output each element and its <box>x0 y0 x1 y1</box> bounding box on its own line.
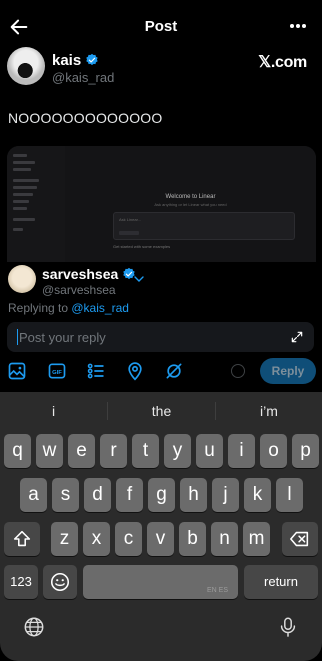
media-sidebar-item <box>13 179 39 182</box>
shift-key[interactable] <box>4 522 40 556</box>
key-g[interactable]: g <box>148 478 175 512</box>
reply-user-handle: @sarveshsea <box>42 283 116 297</box>
replying-to-label: Replying to <box>8 301 72 315</box>
replying-to-handle[interactable]: @kais_rad <box>71 301 129 315</box>
key-k[interactable]: k <box>244 478 271 512</box>
media-sidebar-item <box>13 207 27 210</box>
globe-icon[interactable] <box>23 616 45 638</box>
gif-icon[interactable]: GIF <box>47 361 67 381</box>
key-l[interactable]: l <box>276 478 303 512</box>
key-e[interactable]: e <box>68 434 95 468</box>
media-sidebar-item <box>13 228 23 231</box>
media-command-box: Ask Linear... <box>113 212 295 240</box>
reply-user-name: sarveshsea <box>42 266 136 282</box>
key-u[interactable]: u <box>196 434 223 468</box>
key-t[interactable]: t <box>132 434 159 468</box>
chevron-down-icon[interactable] <box>134 276 144 282</box>
reply-avatar[interactable] <box>8 265 36 293</box>
media-sidebar-item <box>13 161 35 164</box>
key-x[interactable]: x <box>83 522 110 556</box>
return-key[interactable]: return <box>244 565 318 599</box>
media-welcome-title: Welcome to Linear <box>165 194 216 200</box>
source-logo: 𝕏.com <box>258 54 307 71</box>
suggestion-2[interactable]: the <box>108 392 215 430</box>
key-r[interactable]: r <box>100 434 127 468</box>
space-key[interactable]: EN ES <box>83 565 238 599</box>
svg-text:GIF: GIF <box>52 370 62 376</box>
page-title: Post <box>144 18 178 35</box>
suggestion-3[interactable]: i’m <box>216 392 322 430</box>
key-i[interactable]: i <box>228 434 255 468</box>
media-command-placeholder: Ask Linear... <box>119 217 142 222</box>
emoji-icon <box>50 572 70 592</box>
key-y[interactable]: y <box>164 434 191 468</box>
media-sidebar <box>7 146 65 262</box>
replying-to: Replying to @kais_rad <box>8 301 129 315</box>
key-j[interactable]: j <box>212 478 239 512</box>
media-welcome-subtitle: Ask anything or let Linear what you need <box>154 202 227 207</box>
media-main: Welcome to Linear Ask anything or let Li… <box>65 146 316 262</box>
text-caret <box>17 329 18 345</box>
key-c[interactable]: c <box>115 522 142 556</box>
key-d[interactable]: d <box>84 478 111 512</box>
location-icon[interactable] <box>125 361 145 381</box>
media-sidebar-item <box>13 186 37 189</box>
top-bar: Post <box>0 14 322 42</box>
key-m[interactable]: m <box>243 522 270 556</box>
backspace-icon <box>290 531 309 547</box>
key-q[interactable]: q <box>4 434 31 468</box>
media-sidebar-item <box>13 168 31 171</box>
key-p[interactable]: p <box>292 434 319 468</box>
key-b[interactable]: b <box>179 522 206 556</box>
key-o[interactable]: o <box>260 434 287 468</box>
shift-icon <box>13 530 31 547</box>
no-signal-icon[interactable] <box>164 361 184 381</box>
media-sidebar-item <box>13 193 33 196</box>
key-z[interactable]: z <box>51 522 78 556</box>
emoji-key[interactable] <box>43 565 77 599</box>
reply-button[interactable]: Reply <box>260 358 316 384</box>
suggestion-1[interactable]: i <box>0 392 107 430</box>
numbers-key[interactable]: 123 <box>4 565 38 599</box>
author-handle[interactable]: @kais_rad <box>52 70 114 85</box>
post-text: NOOOOOOOOOOOOO <box>8 110 163 126</box>
media-command-chip <box>119 231 139 235</box>
expand-icon[interactable] <box>290 330 304 344</box>
key-n[interactable]: n <box>211 522 238 556</box>
image-icon[interactable] <box>7 361 27 381</box>
key-s[interactable]: s <box>52 478 79 512</box>
verified-badge-icon <box>86 53 98 66</box>
reply-field[interactable] <box>7 322 314 352</box>
key-a[interactable]: a <box>20 478 47 512</box>
reply-input[interactable] <box>19 328 279 346</box>
media-sidebar-item <box>13 200 29 203</box>
author-name[interactable]: kais <box>52 52 99 69</box>
post-media[interactable]: Welcome to Linear Ask anything or let Li… <box>7 146 316 262</box>
delete-key[interactable] <box>282 522 318 556</box>
key-v[interactable]: v <box>147 522 174 556</box>
key-h[interactable]: h <box>180 478 207 512</box>
media-sidebar-item <box>13 154 27 157</box>
character-count-ring <box>231 364 245 378</box>
media-command-row: Get started with some examples <box>113 244 171 249</box>
key-f[interactable]: f <box>116 478 143 512</box>
key-w[interactable]: w <box>36 434 63 468</box>
phone-screen: Post kais @kais_rad 𝕏.com NOOOOOOOOOOOOO <box>0 0 322 661</box>
media-sidebar-item <box>13 218 35 221</box>
author-avatar[interactable] <box>7 47 45 85</box>
poll-icon[interactable] <box>86 361 106 381</box>
microphone-icon[interactable] <box>277 616 299 638</box>
more-horizontal-icon[interactable] <box>290 24 310 30</box>
keyboard: i the i’m q w e r t y u i o p a s d f g … <box>0 392 322 661</box>
